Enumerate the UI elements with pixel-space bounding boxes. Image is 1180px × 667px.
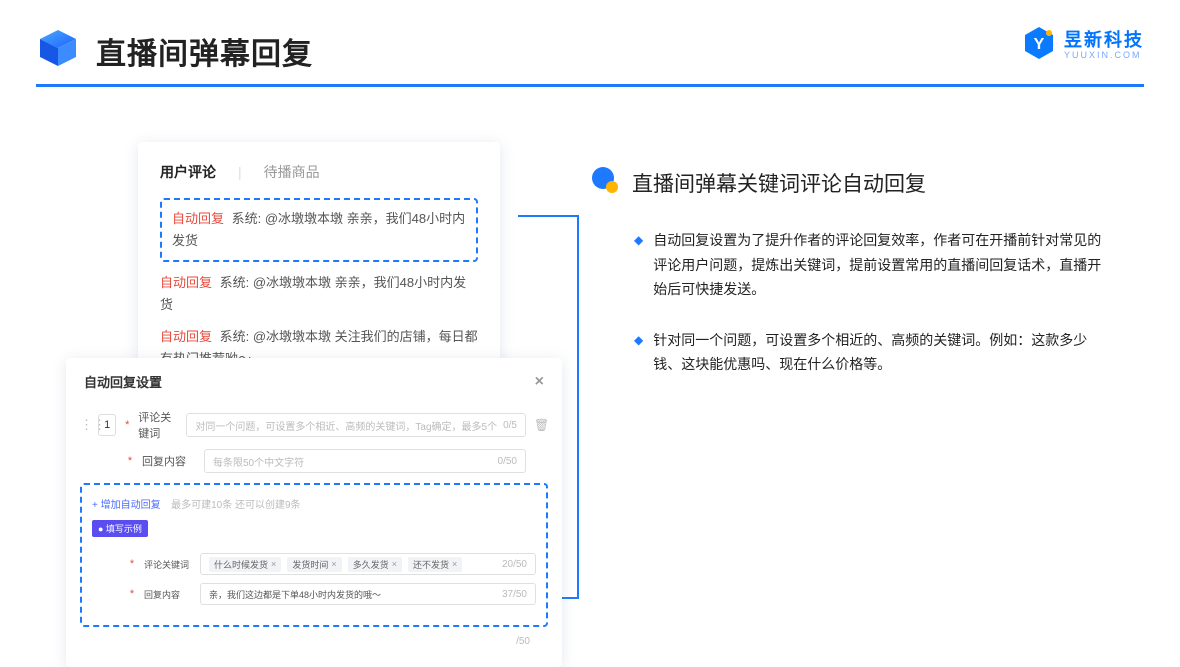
keyword-tag[interactable]: 多久发货× [348,557,402,572]
required-dot: * [128,558,136,570]
example-badge: ● 填写示例 [92,520,148,537]
drag-handle-icon[interactable]: ⋮⋮ [80,417,90,433]
outer-count: /50 [516,636,530,647]
content-row: * 回复内容 每条限50个中文字符 0/50 [80,449,548,473]
add-auto-reply-link[interactable]: + 增加自动回复 [92,500,161,511]
title-wrap: 直播间弹幕回复 [36,26,313,75]
add-hint: 最多可建10条 还可以创建9条 [171,500,300,511]
required-dot: * [124,419,130,431]
brand-logo-icon: Y [1022,26,1056,65]
tab-separator: | [238,164,242,180]
input-value: 亲，我们这边都是下单48小时内发货的哦～ [209,588,381,601]
cube-icon [36,26,80,75]
bullet-item: ◆ 自动回复设置为了提升作者的评论回复效率，作者可在开播前针对常见的评论用户问题… [634,228,1130,302]
page-header: 直播间弹幕回复 Y 昱新科技 YUUXIN.COM [36,26,1144,75]
bullet-text: 针对同一个问题，可设置多个相近的、高频的关键词。例如：这款多少钱、这块能优惠吗、… [653,328,1103,377]
close-icon[interactable]: × [535,373,544,391]
rule-index: 1 [98,414,116,436]
comments-card: 用户评论 | 待播商品 自动回复 系统: @冰墩墩本墩 亲亲，我们48小时内发货… [138,142,500,395]
content-label: 回复内容 [142,453,196,469]
tab-pending-products[interactable]: 待播商品 [264,162,320,182]
keyword-tag[interactable]: 还不发货× [408,557,462,572]
delete-icon[interactable]: 🗑 [534,418,548,432]
diamond-bullet-icon: ◆ [634,228,643,302]
settings-title: 自动回复设置 [84,372,162,391]
chat-bubble-icon [590,165,620,200]
highlighted-comment: 自动回复 系统: @冰墩墩本墩 亲亲，我们48小时内发货 [160,198,478,262]
input-placeholder: 对同一个问题，可设置多个相近、高频的关键词，Tag确定，最多5个 [195,418,497,433]
input-count: 20/50 [502,559,527,570]
keyword-tag[interactable]: 发货时间× [287,557,341,572]
example-content-input[interactable]: 亲，我们这边都是下单48小时内发货的哦～ 37/50 [200,583,536,605]
auto-reply-tag: 自动回复 [160,275,212,290]
input-count: 0/5 [503,420,517,431]
example-box: + 增加自动回复 最多可建10条 还可以创建9条 ● 填写示例 * 评论关键词 … [80,483,548,627]
input-placeholder: 每条限50个中文字符 [213,454,304,469]
page-title: 直播间弹幕回复 [96,29,313,73]
example-keyword-input[interactable]: 什么时候发货× 发货时间× 多久发货× 还不发货× 20/50 [200,553,536,575]
svg-text:Y: Y [1034,36,1045,53]
right-column: 直播间弹幕关键词评论自动回复 ◆ 自动回复设置为了提升作者的评论回复效率，作者可… [590,165,1130,403]
brand-name-en: YUUXIN.COM [1064,51,1144,60]
comment-line: 自动回复 系统: @冰墩墩本墩 亲亲，我们48小时内发货 [160,272,478,316]
remove-tag-icon[interactable]: × [271,559,276,569]
keyword-tag[interactable]: 什么时候发货× [209,557,281,572]
tab-user-comments[interactable]: 用户评论 [160,162,216,182]
auto-reply-tag: 自动回复 [172,211,224,226]
diamond-bullet-icon: ◆ [634,328,643,377]
input-count: 37/50 [502,589,527,600]
remove-tag-icon[interactable]: × [392,559,397,569]
bullet-text: 自动回复设置为了提升作者的评论回复效率，作者可在开播前针对常见的评论用户问题，提… [653,228,1103,302]
content-input[interactable]: 每条限50个中文字符 0/50 [204,449,526,473]
keyword-input[interactable]: 对同一个问题，可设置多个相近、高频的关键词，Tag确定，最多5个 0/5 [186,413,526,437]
content-label: 回复内容 [144,588,192,601]
required-dot: * [126,455,134,467]
example-keyword-row: * 评论关键词 什么时候发货× 发货时间× 多久发货× 还不发货× 20/50 [92,553,536,575]
right-title: 直播间弹幕关键词评论自动回复 [632,168,926,198]
keyword-label: 评论关键词 [138,409,178,441]
comments-tabs: 用户评论 | 待播商品 [160,162,478,182]
example-content-row: * 回复内容 亲，我们这边都是下单48小时内发货的哦～ 37/50 [92,583,536,605]
brand-name-cn: 昱新科技 [1064,31,1144,49]
auto-reply-tag: 自动回复 [160,329,212,344]
tag-list: 什么时候发货× 发货时间× 多久发货× 还不发货× [209,557,465,572]
remove-tag-icon[interactable]: × [452,559,457,569]
keyword-label: 评论关键词 [144,558,192,571]
bullet-item: ◆ 针对同一个问题，可设置多个相近的、高频的关键词。例如：这款多少钱、这块能优惠… [634,328,1130,377]
right-heading: 直播间弹幕关键词评论自动回复 [590,165,1130,200]
brand: Y 昱新科技 YUUXIN.COM [1022,26,1144,65]
required-dot: * [128,588,136,600]
header-divider [36,84,1144,87]
keyword-row: ⋮⋮ 1 * 评论关键词 对同一个问题，可设置多个相近、高频的关键词，Tag确定… [80,409,548,441]
input-count: 0/50 [498,456,517,467]
remove-tag-icon[interactable]: × [331,559,336,569]
settings-card: 自动回复设置 × ⋮⋮ 1 * 评论关键词 对同一个问题，可设置多个相近、高频的… [66,358,562,667]
